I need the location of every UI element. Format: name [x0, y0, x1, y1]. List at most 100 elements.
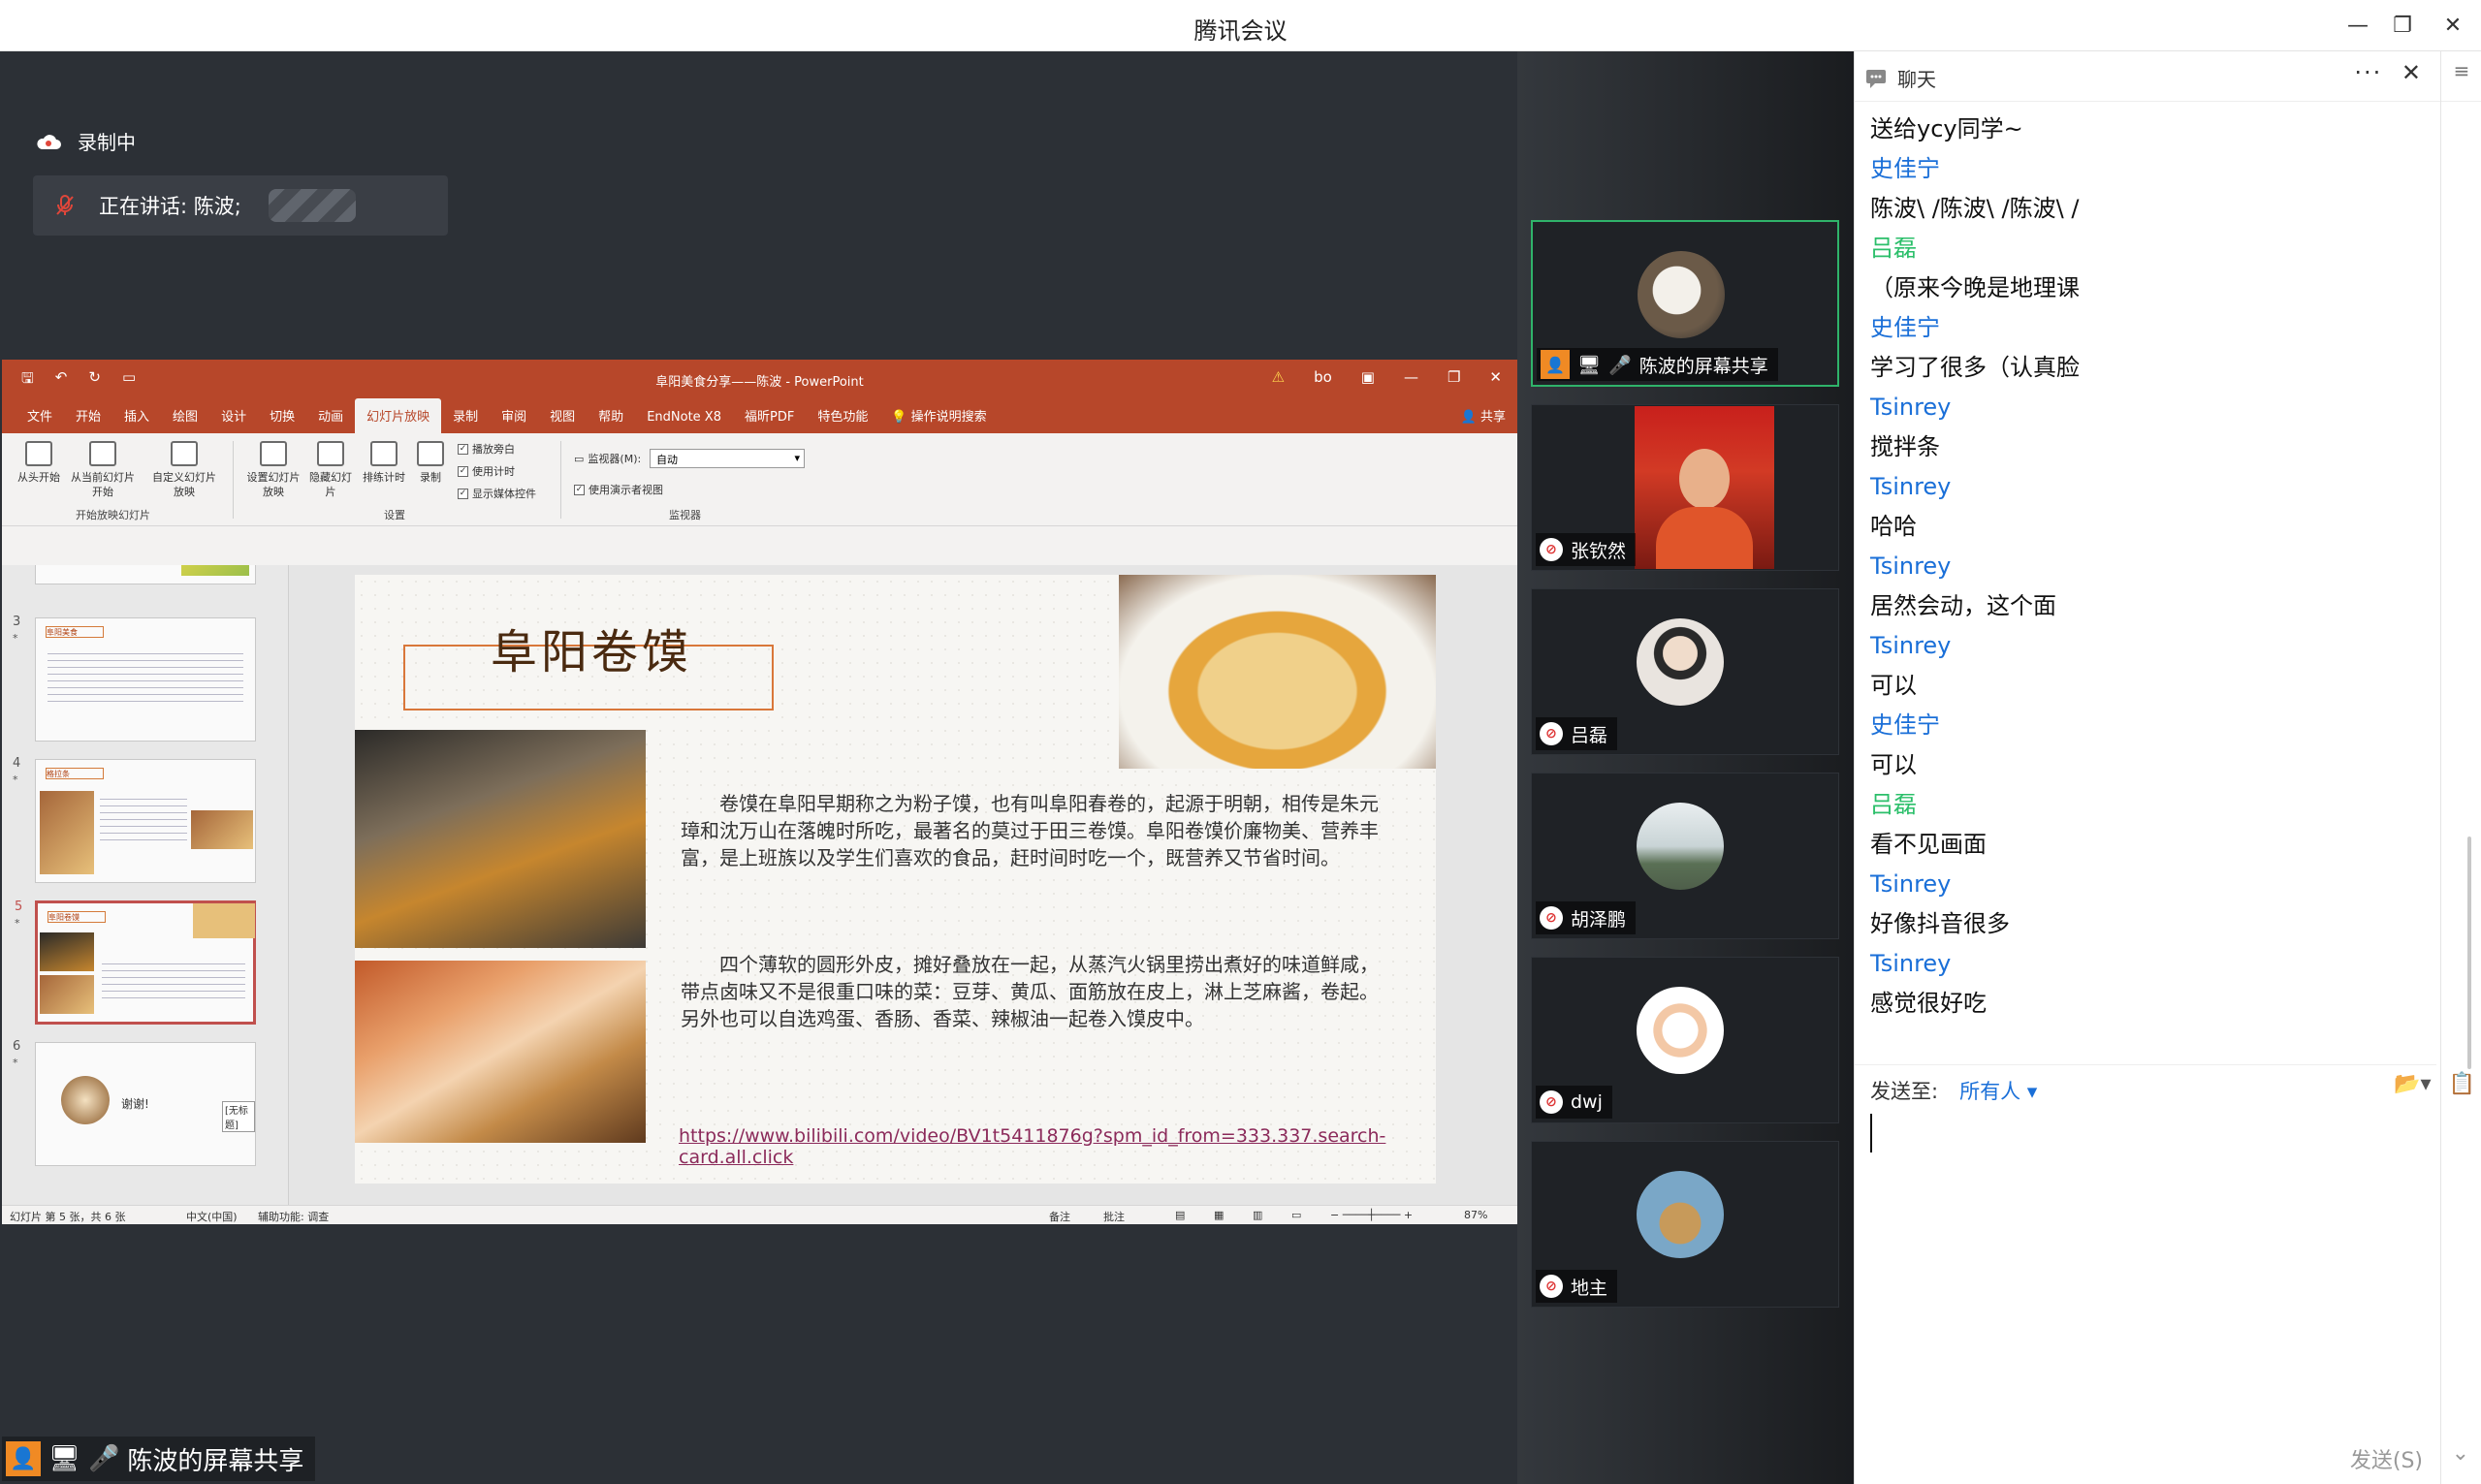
tab-help[interactable]: 帮助 [587, 406, 635, 433]
tab-review[interactable]: 审阅 [490, 406, 538, 433]
shared-screen-powerpoint[interactable]: 🖫 ↶ ↻ ▭ 阜阳美食分享——陈波 - PowerPoint ⚠ bo ▣ —… [2, 360, 1517, 1224]
chat-sender[interactable]: Tsinrey [1870, 388, 2413, 427]
tab-foxit[interactable]: 福昕PDF [733, 406, 806, 433]
tab-endnote[interactable]: EndNote X8 [635, 410, 733, 433]
chat-sender[interactable]: 吕磊 [1870, 785, 2413, 825]
send-to: 发送至: 所有人 ▾ [1870, 1076, 2037, 1105]
participant-tile[interactable]: ⊘ dwj [1531, 957, 1839, 1123]
ppt-close[interactable]: ✕ [1489, 368, 1502, 386]
tab-transitions[interactable]: 切换 [258, 406, 306, 433]
folder-icon[interactable]: 📂▾ [2394, 1072, 2431, 1096]
announcement-icon[interactable]: 📋 [2449, 1072, 2475, 1096]
setup-icon [260, 441, 287, 466]
chat-sender[interactable]: 史佳宁 [1870, 706, 2413, 745]
tab-home[interactable]: 开始 [64, 406, 112, 433]
reading-view-icon[interactable]: ▥ [1253, 1209, 1262, 1221]
accessibility[interactable]: 辅助功能: 调查 [258, 1209, 329, 1224]
stopwatch-icon [370, 441, 398, 466]
recording-indicator[interactable]: 录制中 [35, 127, 136, 155]
chat-sender[interactable]: Tsinrey [1870, 467, 2413, 507]
hide-slide-button[interactable]: 隐藏幻灯片 [308, 441, 353, 499]
participant-tile[interactable]: 👤 🖥 🎤 陈波的屏幕共享 [1531, 220, 1839, 387]
thumbnail-slide-3[interactable]: 3 * 阜阳美食 [13, 615, 256, 742]
minimize-button[interactable]: — [2338, 10, 2377, 43]
chat-sender[interactable]: Tsinrey [1870, 626, 2413, 666]
chat-sender[interactable]: Tsinrey [1870, 547, 2413, 586]
sorter-view-icon[interactable]: ▦ [1214, 1209, 1224, 1221]
chat-sender[interactable]: 史佳宁 [1870, 308, 2413, 348]
chat-panel: 聊天 ··· ✕ ≡ 送给ycy同学~ 史佳宁 陈波\ /陈波\ /陈波\ / 吕磊（… [1854, 51, 2481, 1484]
ppt-user[interactable]: bo [1314, 368, 1332, 386]
tab-slideshow[interactable]: 幻灯片放映 [355, 398, 442, 433]
avatar [1637, 1171, 1724, 1258]
tab-features[interactable]: 特色功能 [806, 406, 879, 433]
chat-input[interactable] [1870, 1114, 2452, 1434]
normal-view-icon[interactable]: ▤ [1175, 1209, 1185, 1221]
chat-title: 聊天 [1864, 64, 1936, 92]
chat-sender[interactable]: Tsinrey [1870, 865, 2413, 904]
participant-tile[interactable]: ⊘ 吕磊 [1531, 588, 1839, 755]
comments-button[interactable]: 批注 [1103, 1209, 1125, 1224]
slideshow-view-icon[interactable]: ▭ [1291, 1209, 1301, 1221]
close-icon[interactable]: ✕ [2401, 59, 2423, 86]
participant-tile[interactable]: ⊘ 胡泽鹏 [1531, 773, 1839, 939]
slide-editor[interactable]: 阜阳卷馍 卷馍在阜阳早期称之为粉子馍，也有叫阜阳春卷的，起源于明朝，相传是朱元璋… [289, 565, 1517, 1205]
current-slide[interactable]: 阜阳卷馍 卷馍在阜阳早期称之为粉子馍，也有叫阜阳春卷的，起源于明朝，相传是朱元璋… [355, 575, 1436, 1184]
avatar [1637, 803, 1724, 890]
thumbnail-slide-5[interactable]: 5 * 阜阳卷馍 [15, 900, 256, 1025]
chk-presenter-view[interactable]: ✓ 使用演示者视图 [574, 482, 663, 497]
tab-draw[interactable]: 绘图 [161, 406, 209, 433]
close-button[interactable]: ✕ [2433, 10, 2472, 43]
chk-media[interactable]: ✓ 显示媒体控件 [458, 486, 536, 501]
share-label: 陈波的屏幕共享 [127, 1446, 304, 1476]
from-current-button[interactable]: 从当前幻灯片开始 [66, 441, 140, 499]
tab-insert[interactable]: 插入 [112, 406, 161, 433]
participant-tile[interactable]: ⊘ 地主 [1531, 1141, 1839, 1308]
record-button[interactable]: 录制 [413, 441, 448, 485]
tab-animations[interactable]: 动画 [306, 406, 355, 433]
tell-me-search[interactable]: 💡 操作说明搜索 [879, 406, 998, 433]
send-button[interactable]: 发送(S) [2350, 1443, 2423, 1474]
restore-button[interactable]: ❐ [2383, 10, 2422, 43]
zoom-level[interactable]: 87% [1464, 1209, 1487, 1221]
thumbnail-slide-2[interactable] [35, 565, 256, 584]
language[interactable]: 中文(中国) [186, 1209, 238, 1224]
send-options-icon[interactable]: ⌄ [2452, 1441, 2469, 1466]
from-start-button[interactable]: 从头开始 [14, 441, 64, 485]
slide-link[interactable]: https://www.bilibili.com/video/BV1t54118… [679, 1125, 1436, 1168]
mic-off-icon: ⊘ [1540, 906, 1563, 930]
zoom-slider[interactable]: − ────┼──── + [1330, 1209, 1413, 1221]
custom-show-button[interactable]: 自定义幻灯片放映 [147, 441, 221, 499]
chat-sender[interactable]: Tsinrey [1870, 944, 2413, 984]
screen-share-bar[interactable]: 👤 🖥 🎤 陈波的屏幕共享 [2, 1437, 316, 1481]
send-to-select[interactable]: 所有人 ▾ [1959, 1076, 2037, 1105]
menu-icon[interactable]: ≡ [2449, 59, 2474, 88]
record-icon [417, 441, 444, 466]
setup-show-button[interactable]: 设置幻灯片放映 [242, 441, 304, 499]
monitor-select[interactable]: 自动 ▾ [650, 449, 805, 468]
tab-record[interactable]: 录制 [441, 406, 490, 433]
tab-design[interactable]: 设计 [209, 406, 258, 433]
ppt-minimize[interactable]: — [1404, 368, 1418, 386]
ppt-restore[interactable]: ❐ [1447, 368, 1460, 386]
title-bar: 腾讯会议 — ❐ ✕ [0, 0, 2481, 51]
chat-sender[interactable]: 史佳宁 [1870, 149, 2413, 189]
share-button[interactable]: 👤 共享 [1449, 406, 1517, 433]
tab-file[interactable]: 文件 [16, 406, 64, 433]
chat-sender[interactable]: 吕磊 [1870, 229, 2413, 268]
thumbnail-slide-6[interactable]: 6 * 谢谢! [无标题] [13, 1039, 256, 1166]
text-caret [1870, 1114, 1872, 1152]
rehearse-button[interactable]: 排练计时 [359, 441, 409, 485]
chk-timing[interactable]: ✓ 使用计时 [458, 463, 515, 479]
chk-narration[interactable]: ✓ 播放旁白 [458, 441, 515, 457]
notes-button[interactable]: 备注 [1049, 1209, 1070, 1224]
chat-scrollbar[interactable] [2467, 837, 2471, 1069]
ribbon-display-icon[interactable]: ▣ [1361, 368, 1375, 386]
monitor-icon: ▭ [574, 452, 585, 465]
participant-tile[interactable]: ⊘ 张钦然 [1531, 404, 1839, 571]
more-icon[interactable]: ··· [2354, 59, 2382, 86]
slide-thumbnails[interactable]: 3 * 阜阳美食 4 * 格拉条 5 * 阜阳卷馍 6 * 谢谢! [无标题] [2, 565, 289, 1205]
tab-view[interactable]: 视图 [538, 406, 587, 433]
slide-position: 幻灯片 第 5 张，共 6 张 [10, 1211, 126, 1223]
thumbnail-slide-4[interactable]: 4 * 格拉条 [13, 756, 256, 883]
